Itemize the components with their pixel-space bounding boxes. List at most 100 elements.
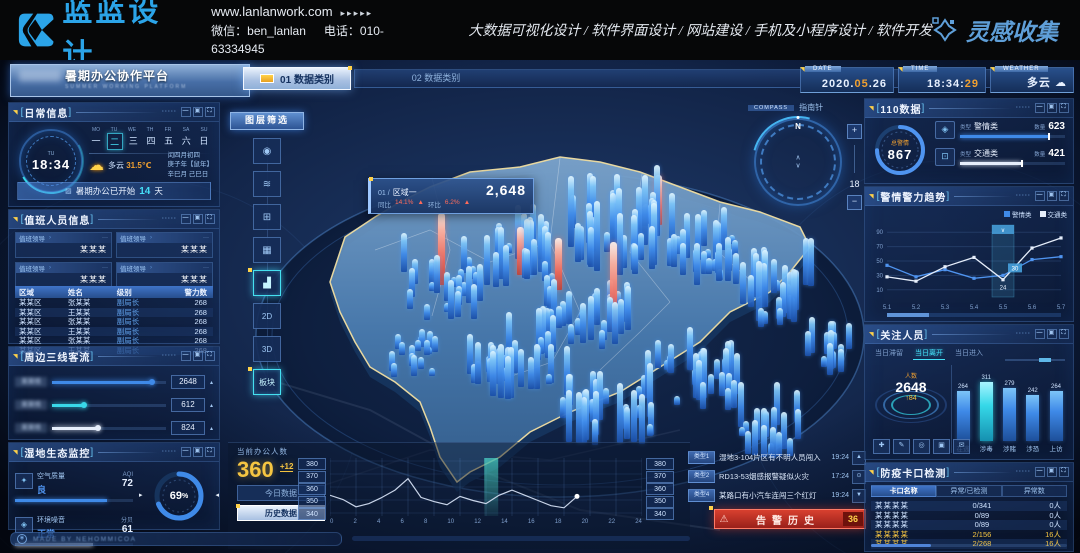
minimize-icon[interactable]: —: [181, 214, 191, 224]
eco-labels: 空气质量良: [37, 465, 65, 496]
panel-controls: —▣⛶: [181, 447, 215, 457]
time-label: TIME: [903, 66, 937, 72]
alert-time: 19:24: [831, 492, 849, 499]
gauge-right-arrow: ◂: [215, 491, 219, 499]
eye-icon[interactable]: ◎: [913, 439, 930, 454]
more-icon[interactable]: ···: [102, 265, 108, 271]
focus-bar-column[interactable]: 279涉赌: [1001, 381, 1019, 453]
weekday-cell[interactable]: 六: [179, 133, 193, 150]
duty-leader-card[interactable]: 值班领导›···某某某: [15, 262, 112, 288]
id-card-icon[interactable]: ▣: [933, 439, 950, 454]
alert-row[interactable]: 类型2RD13-53烟感报警疑似火灾17:24⊙: [688, 469, 866, 484]
mail-icon[interactable]: ✉: [953, 439, 970, 454]
weekday-cell[interactable]: 三: [126, 133, 140, 150]
panel-110-data: ◥[110数据]·····—▣⛶ 总警情867 ◈类型警情类数量623⊡类型交通…: [864, 98, 1074, 184]
fullscreen-icon[interactable]: ⛶: [1059, 467, 1069, 477]
minimize-icon[interactable]: —: [1035, 467, 1045, 477]
fullscreen-icon[interactable]: ⛶: [205, 214, 215, 224]
data-bar: [528, 357, 534, 389]
building-icon[interactable]: ▦: [253, 237, 281, 263]
clock-weekday: TU: [48, 151, 55, 157]
alert-history-button[interactable]: ⚠ 告警历史 36: [714, 509, 866, 529]
popout-icon[interactable]: ▣: [1047, 329, 1057, 339]
popout-icon[interactable]: ▣: [1047, 467, 1057, 477]
popout-icon[interactable]: ▣: [1047, 191, 1057, 201]
focus-tab[interactable]: 当日滞留: [873, 347, 905, 360]
duty-leader-card[interactable]: 值班领导›···某某某: [15, 232, 112, 258]
person-icon[interactable]: ✚: [873, 439, 890, 454]
weekday-cell[interactable]: 四: [144, 133, 158, 150]
gauge-value: 69%: [147, 467, 211, 525]
inspiration-collect-link[interactable]: 灵感收集: [932, 13, 1058, 47]
tooltip-value: 2,648: [486, 182, 526, 198]
camera-icon[interactable]: ◉: [253, 138, 281, 164]
minimize-icon[interactable]: —: [1035, 103, 1045, 113]
minimize-icon[interactable]: —: [181, 447, 191, 457]
focus-bar-column[interactable]: 264上访: [1047, 384, 1065, 453]
fullscreen-icon[interactable]: ⛶: [1059, 329, 1069, 339]
fullscreen-icon[interactable]: ⛶: [1059, 103, 1069, 113]
focus-count-rings: 人数2648↑84: [875, 369, 947, 431]
minimize-icon[interactable]: —: [181, 107, 191, 117]
popout-icon[interactable]: ▣: [193, 214, 203, 224]
scrollbar-thumb[interactable]: [871, 544, 931, 547]
zoom-out-button[interactable]: −: [847, 195, 862, 210]
sector-mode-button[interactable]: 板块: [253, 369, 281, 395]
focus-bar-column[interactable]: 242涉恐: [1024, 388, 1042, 453]
data-bar: [738, 382, 744, 427]
weekday-cell[interactable]: 一: [89, 133, 103, 150]
signal-icon[interactable]: ≋: [253, 171, 281, 197]
mode-3d-button[interactable]: 3D: [253, 336, 281, 362]
more-icon[interactable]: ···: [203, 235, 209, 241]
checkpoint-detected: 0/341: [949, 501, 1014, 510]
zoom-slider[interactable]: [854, 145, 855, 173]
alert-time: 17:24: [831, 473, 849, 480]
more-icon[interactable]: ···: [203, 265, 209, 271]
bar-chart-icon[interactable]: ▟: [253, 270, 281, 296]
data-bar: [580, 303, 586, 343]
popout-icon[interactable]: ▣: [193, 447, 203, 457]
flow-line-row: 某某线612▴: [15, 398, 213, 412]
checkpoint-column-header[interactable]: 异常/已检测: [936, 485, 1001, 497]
compass-dial[interactable]: N ∧∨: [754, 118, 842, 206]
alert-type-tag: 类型1: [688, 451, 715, 464]
alert-row[interactable]: 类型1湿地3-104片区有不明人员闯入19:24▲: [688, 450, 866, 465]
chart-scrollbar[interactable]: [1005, 359, 1065, 361]
office-y-axis-right: 380370360350340: [646, 458, 674, 520]
minimize-icon[interactable]: —: [1035, 191, 1045, 201]
tab-data-category-1[interactable]: 01 数据类别: [243, 67, 351, 90]
north-label: N: [795, 122, 801, 131]
checkpoint-column-header[interactable]: 异常数: [1002, 485, 1067, 497]
fullscreen-icon[interactable]: ⛶: [205, 351, 215, 361]
popout-icon[interactable]: ▣: [193, 351, 203, 361]
fullscreen-icon[interactable]: ⛶: [1059, 191, 1069, 201]
checkpoint-column-header[interactable]: 卡口名称: [871, 485, 936, 497]
svg-text:5.6: 5.6: [1028, 305, 1037, 311]
website-link[interactable]: www.lanlanwork.com: [211, 4, 332, 19]
fullscreen-icon[interactable]: ⛶: [205, 107, 215, 117]
pen-icon[interactable]: ✎: [893, 439, 910, 454]
compass-label-cn: 指南针: [799, 102, 823, 113]
bar: [1003, 388, 1016, 441]
focus-tab[interactable]: 当日离开: [913, 347, 945, 360]
minimize-icon[interactable]: —: [1035, 329, 1045, 339]
metric-unit: 分贝: [121, 518, 133, 524]
popout-icon[interactable]: ▣: [193, 107, 203, 117]
weekday-cell[interactable]: 五: [162, 133, 176, 150]
zoom-in-button[interactable]: +: [847, 124, 862, 139]
mode-2d-button[interactable]: 2D: [253, 303, 281, 329]
duty-leader-card[interactable]: 值班领导›···某某某: [116, 232, 213, 258]
focus-tab[interactable]: 当日进入: [953, 347, 985, 360]
more-icon[interactable]: ···: [102, 235, 108, 241]
focus-bar-column[interactable]: 311涉毒: [977, 375, 995, 453]
cluster-icon[interactable]: ⊞: [253, 204, 281, 230]
alert-row[interactable]: 类型4某路口有小汽车连闯三个红灯19:24▼: [688, 488, 866, 503]
weekday-cell[interactable]: 二: [107, 133, 123, 150]
column-header: 级别: [117, 287, 166, 298]
minimize-icon[interactable]: —: [181, 351, 191, 361]
fullscreen-icon[interactable]: ⛶: [205, 447, 215, 457]
tab-data-category-2[interactable]: 02 数据类别: [372, 71, 500, 84]
weekday-cell[interactable]: 日: [197, 133, 211, 150]
popout-icon[interactable]: ▣: [1047, 103, 1057, 113]
duty-leader-card[interactable]: 值班领导›···某某某: [116, 262, 213, 288]
